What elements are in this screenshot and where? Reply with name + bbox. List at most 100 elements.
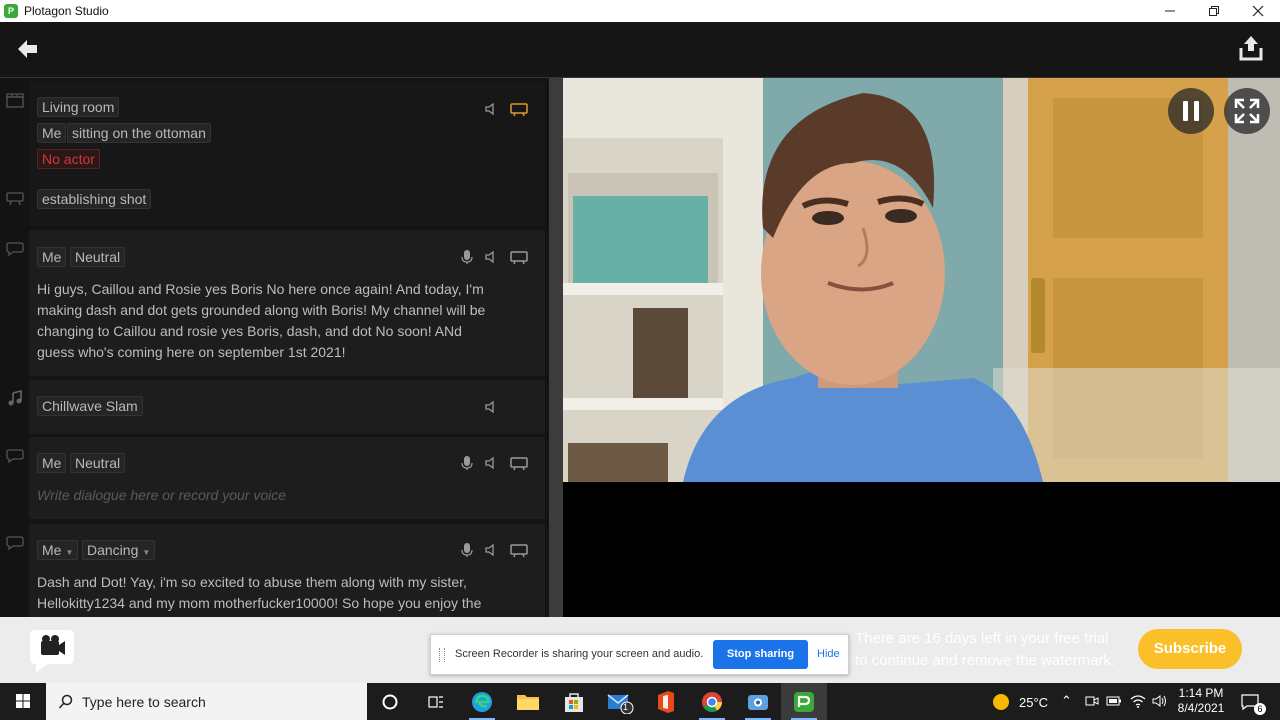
battery-icon[interactable] — [1106, 695, 1122, 707]
camera-shot-tag[interactable]: establishing shot — [37, 189, 152, 209]
minimize-button[interactable] — [1148, 0, 1192, 22]
share-message: Screen Recorder is sharing your screen a… — [455, 648, 704, 660]
dialogue-card-2[interactable]: Me Neutral Write dialogue here or record… — [29, 437, 545, 519]
emotion-dropdown[interactable]: Dancing ▼ — [82, 540, 156, 560]
actor-tag[interactable]: Me — [37, 453, 67, 473]
actor-position-tag[interactable]: sitting on the ottoman — [67, 123, 211, 143]
mail-icon — [607, 693, 634, 714]
dialogue-line: Hellokitty1234 and my mom motherfucker10… — [37, 595, 482, 611]
dialogue-card-1[interactable]: Me Neutral Hi guys, Caillou and Rosie ye… — [29, 230, 545, 376]
camera-icon[interactable] — [510, 455, 528, 471]
trial-line: to continue and remove the watermark. — [855, 652, 1116, 669]
script-scrollbar[interactable] — [549, 78, 563, 617]
clock-date: 8/4/2021 — [1177, 701, 1225, 715]
scene-actor-tag[interactable]: Me — [37, 123, 67, 143]
edge-taskbar-button[interactable] — [459, 683, 505, 720]
microphone-icon[interactable] — [458, 542, 476, 558]
camera-shot-icon — [6, 192, 24, 206]
taskbar-search[interactable]: Type here to search — [46, 683, 367, 720]
wifi-icon[interactable] — [1130, 694, 1146, 708]
music-card[interactable]: Chillwave Slam — [29, 380, 545, 434]
subscribe-button[interactable]: Subscribe — [1138, 629, 1242, 669]
plotagon-app: P Plotagon Studio Living room Me sitting… — [0, 0, 1280, 720]
emotion-tag[interactable]: Neutral — [70, 247, 126, 267]
microphone-icon[interactable] — [458, 249, 476, 265]
store-button[interactable] — [551, 683, 597, 720]
stop-sharing-button[interactable]: Stop sharing — [713, 640, 808, 669]
clock-time: 1:14 PM — [1178, 686, 1224, 700]
actor-dropdown[interactable]: Me ▼ — [37, 540, 79, 560]
folder-icon — [517, 694, 539, 710]
restore-button[interactable] — [1192, 0, 1236, 22]
hide-link[interactable]: Hide — [817, 648, 840, 660]
microphone-icon[interactable] — [458, 455, 476, 471]
preview-letterbox — [563, 482, 1280, 617]
drag-handle[interactable] — [439, 648, 445, 662]
window-title: Plotagon Studio — [24, 4, 109, 18]
share-button[interactable] — [1238, 34, 1264, 62]
chrome-icon — [702, 691, 722, 712]
plotagon-taskbar-button[interactable] — [781, 683, 827, 720]
pause-icon — [1183, 101, 1199, 121]
start-button[interactable] — [0, 683, 46, 720]
notification-badge: 6 — [1254, 703, 1266, 715]
screen-recorder-button[interactable] — [735, 683, 781, 720]
edge-browser-icon — [472, 691, 492, 712]
dialogue-line: making dash and dot gets grounded along … — [37, 302, 486, 318]
dialogue-text[interactable]: Hi guys, Caillou and Rosie yes Boris No … — [37, 279, 507, 363]
minimize-icon — [1165, 10, 1175, 12]
cortana-button[interactable] — [367, 683, 413, 720]
dialogue-card-3[interactable]: Me ▼ Dancing ▼ Dash and Dot! Yay, i'm so e… — [29, 524, 545, 617]
dialogue-line: changing to Caillou and rosie yes Boris,… — [37, 323, 462, 339]
clapperboard-icon — [6, 93, 24, 108]
chrome-button[interactable] — [689, 683, 735, 720]
arrow-left-icon — [18, 40, 37, 58]
clock[interactable]: 1:14 PM 8/4/2021 — [1176, 686, 1226, 716]
windows-taskbar: Type here to search 1 25°C ⌃ 1:14 PM 8/4… — [0, 683, 1280, 720]
fullscreen-button[interactable] — [1224, 88, 1270, 134]
speech-bubble-icon — [6, 536, 24, 551]
dialogue-input[interactable]: Write dialogue here or record your voice — [37, 487, 286, 503]
caret-down-icon: ▼ — [65, 548, 74, 557]
plotagon-app-icon: P — [4, 4, 18, 18]
windows-logo-icon — [16, 694, 30, 708]
emotion-tag[interactable]: Neutral — [70, 453, 126, 473]
close-button[interactable] — [1236, 0, 1280, 22]
caret-down-icon: ▼ — [142, 548, 151, 557]
dialogue-text[interactable]: Dash and Dot! Yay, i'm so excited to abu… — [37, 572, 537, 614]
no-actor-tag[interactable]: No actor — [37, 149, 100, 169]
speaker-icon[interactable] — [483, 542, 501, 558]
speech-bubble-icon — [6, 449, 24, 464]
emotion-dropdown-label: Dancing — [87, 542, 139, 558]
back-button[interactable] — [14, 36, 42, 62]
chevron-up-icon[interactable]: ⌃ — [1061, 693, 1072, 709]
volume-icon[interactable] — [1152, 694, 1168, 708]
speaker-icon[interactable] — [483, 101, 501, 117]
close-icon — [1252, 5, 1264, 17]
mail-button[interactable]: 1 — [597, 683, 643, 720]
dialogue-line: Hi guys, Caillou and Rosie yes Boris No … — [37, 281, 484, 297]
music-note-icon — [8, 390, 22, 406]
office-button[interactable] — [643, 683, 689, 720]
camera-icon[interactable] — [510, 542, 528, 558]
dialogue-line: Dash and Dot! Yay, i'm so excited to abu… — [37, 574, 467, 590]
speaker-icon[interactable] — [483, 455, 501, 471]
speaker-icon[interactable] — [483, 399, 501, 415]
camera-icon[interactable] — [510, 101, 528, 117]
plotagon-icon — [794, 691, 814, 712]
app-header — [0, 22, 1280, 78]
speaker-icon[interactable] — [483, 249, 501, 265]
music-track-tag[interactable]: Chillwave Slam — [37, 396, 143, 416]
task-view-button[interactable] — [413, 683, 459, 720]
file-explorer-button[interactable] — [505, 683, 551, 720]
office-icon — [658, 690, 674, 713]
location-tag[interactable]: Living room — [37, 97, 120, 117]
scene-preview[interactable] — [563, 78, 1280, 482]
dialogue-line: guess who's coming here on september 1st… — [37, 344, 346, 360]
pause-button[interactable] — [1168, 88, 1214, 134]
weather-temp[interactable]: 25°C — [1019, 695, 1048, 710]
meet-now-icon[interactable] — [1085, 694, 1099, 708]
camera-icon[interactable] — [510, 249, 528, 265]
preview-render — [563, 78, 1280, 482]
actor-tag[interactable]: Me — [37, 247, 67, 267]
